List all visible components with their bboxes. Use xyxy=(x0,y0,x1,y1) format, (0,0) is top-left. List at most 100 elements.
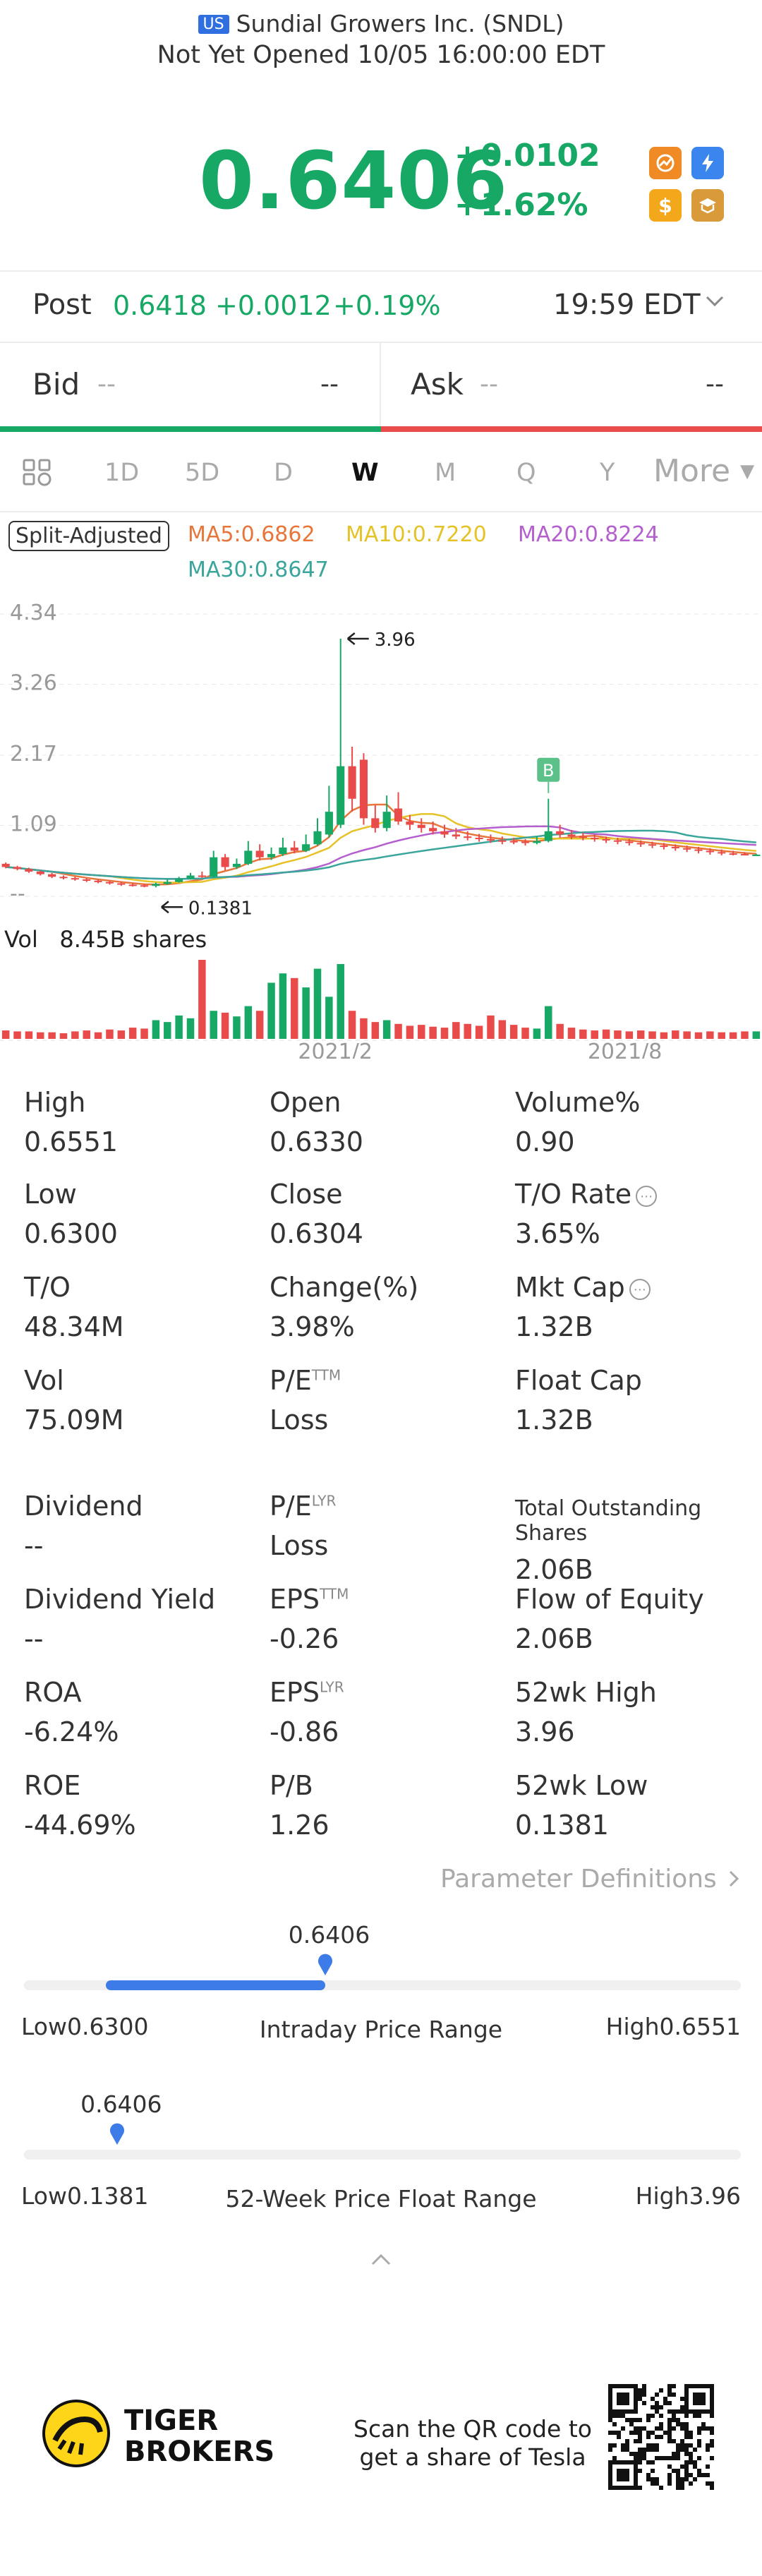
qr-module xyxy=(676,2448,680,2452)
qr-module xyxy=(608,2414,612,2418)
qr-module xyxy=(646,2443,651,2448)
stat-label: Dividend xyxy=(24,1491,143,1522)
ma10-label: MA10:0.7220 xyxy=(346,522,487,547)
stat-52wk-low: 52wk Low 0.1381 xyxy=(515,1770,648,1841)
qr-module xyxy=(663,2456,667,2460)
candle xyxy=(302,834,310,853)
stat-label: High xyxy=(24,1087,118,1118)
qr-module xyxy=(684,2460,689,2464)
volume-bar xyxy=(360,1018,368,1039)
candle-body xyxy=(48,874,56,877)
brand-line1: TIGER xyxy=(124,2405,219,2437)
qr-module xyxy=(651,2405,655,2409)
stat-value: 3.98% xyxy=(270,1311,355,1342)
stat-label: P/ETTM xyxy=(270,1365,341,1396)
stat-label: Close xyxy=(270,1179,363,1210)
candle-body xyxy=(105,881,114,884)
qr-module xyxy=(651,2481,655,2486)
split-adjusted-toggle[interactable]: Split-Adjusted xyxy=(8,521,169,551)
ask-bar xyxy=(381,426,762,432)
stat-value: 1.26 xyxy=(270,1810,329,1841)
tab-more-label: More xyxy=(653,453,731,489)
info-icon[interactable]: ⋯ xyxy=(636,1186,658,1207)
qr-module xyxy=(612,2422,617,2426)
candle-body xyxy=(371,818,380,829)
qr-module xyxy=(634,2431,638,2435)
info-icon[interactable]: ⋯ xyxy=(629,1279,651,1300)
volume-bar xyxy=(741,1031,749,1039)
qr-module xyxy=(642,2426,646,2431)
qr-module xyxy=(667,2481,672,2486)
flash-icon[interactable] xyxy=(691,147,724,179)
tab-w[interactable]: W xyxy=(351,459,379,487)
qr-module xyxy=(710,2443,714,2448)
candle-body xyxy=(498,840,507,842)
qr-module xyxy=(651,2448,655,2452)
candle xyxy=(371,805,380,833)
y-axis-labels: 4.34 3.26 2.17 1.09 -- xyxy=(10,601,57,906)
volume-bar xyxy=(729,1032,737,1039)
candle-body xyxy=(591,838,599,840)
qr-module xyxy=(693,2477,697,2481)
low-annotation: 0.1381 xyxy=(188,898,253,919)
tab-q[interactable]: Q xyxy=(516,459,536,487)
candle-body xyxy=(613,840,622,842)
stat-label: T/O Rate ⋯ xyxy=(515,1179,658,1210)
intraday-high: High0.6551 xyxy=(606,2013,741,2040)
week52-range: 0.6406 Low0.1381 52-Week Price Float Ran… xyxy=(0,2083,762,2225)
volume-bar xyxy=(106,1029,114,1039)
buy-marker-label: B xyxy=(543,761,554,781)
volume-bar xyxy=(487,1015,495,1039)
chart-layout-icon[interactable] xyxy=(21,457,55,495)
education-icon[interactable] xyxy=(691,189,724,222)
qr-module xyxy=(667,2435,672,2439)
qr-module xyxy=(655,2426,659,2431)
stat-value: 2.06B xyxy=(515,1623,593,1654)
dollar-icon[interactable]: $ xyxy=(649,189,682,222)
stat-mkt-cap[interactable]: Mkt Cap ⋯ 1.32B xyxy=(515,1272,651,1342)
volume-bar xyxy=(337,963,344,1039)
candle-body xyxy=(394,808,403,822)
volume-bar xyxy=(440,1028,449,1039)
chevron-right-icon xyxy=(725,1865,743,1894)
qr-module xyxy=(672,2469,676,2473)
qr-module xyxy=(625,2448,629,2452)
qr-module xyxy=(608,2443,612,2448)
tab-more[interactable]: More ▼ xyxy=(653,453,754,489)
candle-body xyxy=(475,838,483,840)
qr-module xyxy=(676,2473,680,2477)
qr-module xyxy=(672,2439,676,2443)
candle-body xyxy=(683,848,691,850)
qr-module xyxy=(680,2464,684,2469)
qr-module xyxy=(697,2443,701,2448)
tab-y[interactable]: Y xyxy=(600,459,615,487)
divider xyxy=(380,343,381,426)
tab-1d[interactable]: 1D xyxy=(104,459,139,487)
tiger-logo-icon xyxy=(41,2398,111,2472)
volume-bar xyxy=(579,1029,587,1039)
chevron-down-icon[interactable] xyxy=(703,289,727,320)
price-chart[interactable]: 4.34 3.26 2.17 1.09 -- 2021/2 2021/8 3.96 0.13… xyxy=(0,593,762,1059)
qr-module xyxy=(672,2426,676,2431)
qr-finder xyxy=(617,2469,629,2481)
tab-d[interactable]: D xyxy=(274,459,293,487)
stat-t-o-rate[interactable]: T/O Rate ⋯ 3.65% xyxy=(515,1179,658,1249)
post-label: Post xyxy=(32,289,92,321)
tab-m[interactable]: M xyxy=(435,459,456,487)
volume-bar xyxy=(325,997,333,1039)
candle-body xyxy=(152,884,160,886)
parameter-definitions-link[interactable]: Parameter Definitions xyxy=(440,1865,743,1894)
qr-module xyxy=(634,2452,638,2456)
qr-module xyxy=(680,2397,684,2401)
tools-icon[interactable] xyxy=(649,147,682,179)
chart-grid xyxy=(0,613,762,1041)
volume-bar xyxy=(429,1026,437,1039)
qr-module xyxy=(621,2448,625,2452)
x-tick-label: 2021/2 xyxy=(298,1040,373,1059)
stat-label-text: 52wk Low xyxy=(515,1770,648,1801)
chevron-up-icon[interactable] xyxy=(367,2244,395,2277)
qr-module xyxy=(667,2426,672,2431)
qr-finder xyxy=(693,2393,706,2405)
tab-5d[interactable]: 5D xyxy=(185,459,219,487)
qr-module xyxy=(638,2456,642,2460)
